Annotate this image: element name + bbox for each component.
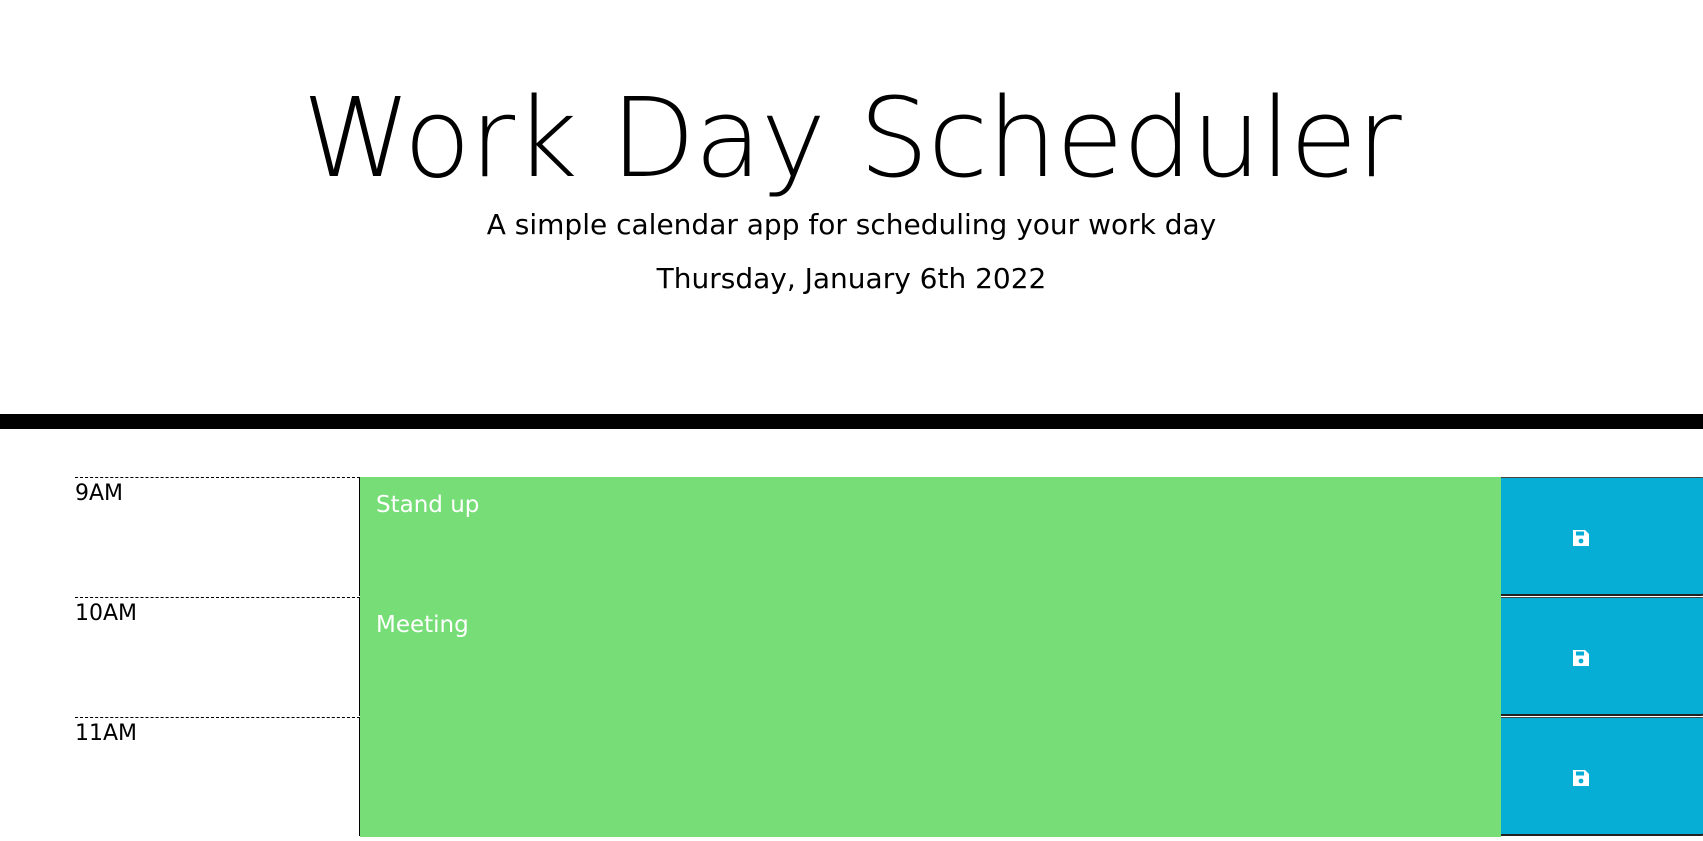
event-description-input[interactable]: Meeting	[360, 597, 1501, 717]
floppy-disk-icon	[1573, 650, 1589, 666]
save-button[interactable]	[1501, 597, 1703, 716]
floppy-disk-icon	[1573, 530, 1589, 546]
hour-label: 11AM	[75, 717, 360, 836]
event-description-input[interactable]	[360, 717, 1501, 837]
event-description-input[interactable]: Stand up	[360, 477, 1501, 597]
hour-label: 9AM	[75, 477, 360, 596]
save-button[interactable]	[1501, 717, 1703, 836]
time-block-9am: 9AM Stand up	[75, 477, 1703, 597]
header-divider	[0, 414, 1703, 429]
header: Work Day Scheduler A simple calendar app…	[0, 0, 1703, 414]
time-block-11am: 11AM	[75, 717, 1703, 837]
current-day: Thursday, January 6th 2022	[656, 262, 1047, 295]
save-button[interactable]	[1501, 477, 1703, 596]
floppy-disk-icon	[1573, 770, 1589, 786]
app-description: A simple calendar app for scheduling you…	[486, 208, 1217, 241]
hour-label: 10AM	[75, 597, 360, 716]
app-title: Work Day Scheduler	[302, 74, 1401, 202]
time-block-10am: 10AM Meeting	[75, 597, 1703, 717]
